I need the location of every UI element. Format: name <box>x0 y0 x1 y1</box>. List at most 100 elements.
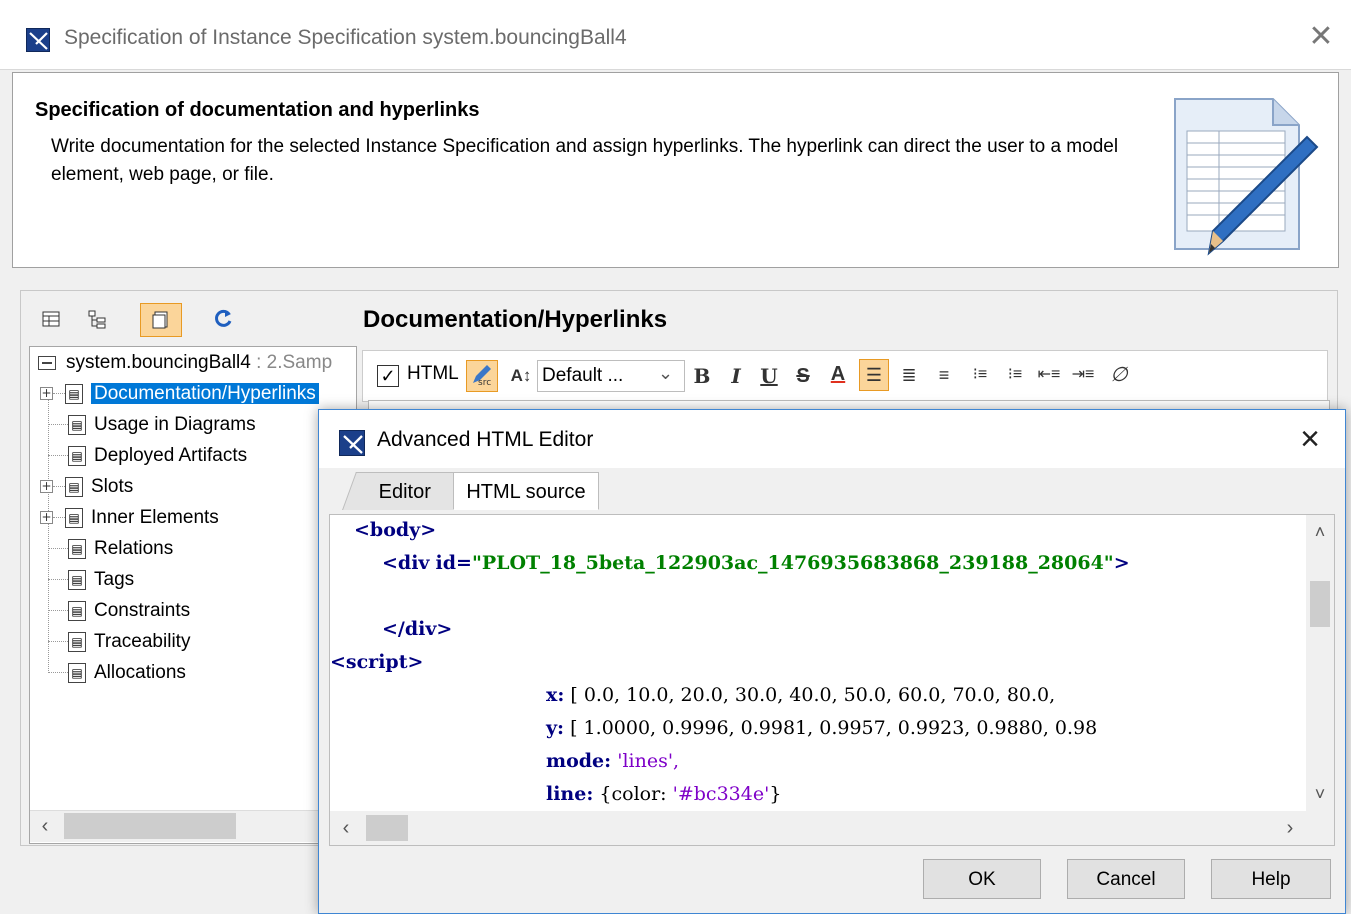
tab-editor[interactable]: Editor <box>342 472 468 510</box>
tree-item-label: Constraints <box>94 600 191 621</box>
tree-item-relations[interactable]: ▤ Relations <box>48 533 173 564</box>
refresh-icon[interactable] <box>210 306 236 332</box>
formatting-toolbar: ✓ HTML src A↕ Default ... ⌄ B I U S A ☰ … <box>362 350 1328 402</box>
align-left-icon[interactable]: ☰ <box>859 359 889 391</box>
scrollbar-thumb[interactable] <box>366 815 408 841</box>
panel-title: Documentation/Hyperlinks <box>363 306 668 333</box>
tree-item-tags[interactable]: ▤ Tags <box>48 564 134 595</box>
dialog-title-bar: Advanced HTML Editor × <box>319 410 1345 468</box>
code-line: mode: 'lines', <box>546 750 679 772</box>
tree-item-slots[interactable]: + ▤ Slots <box>40 471 133 502</box>
align-right-icon[interactable]: ≡ <box>930 360 958 390</box>
table-icon[interactable] <box>38 308 64 334</box>
node-icon: ▤ <box>68 600 86 621</box>
code-horizontal-scrollbar[interactable]: ‹ › <box>330 811 1334 845</box>
ok-button[interactable]: OK <box>923 859 1041 899</box>
code-token: } <box>769 783 782 805</box>
tree-root[interactable]: system.bouncingBall4 : 2.Samp <box>38 347 332 378</box>
scrollbar-thumb[interactable] <box>1310 581 1330 627</box>
html-source-editor[interactable]: <body> <div id="PLOT_18_5beta_122903ac_1… <box>329 514 1335 846</box>
code-token: y: <box>546 717 565 739</box>
code-token: 'lines', <box>617 750 680 772</box>
code-line: <body> <box>354 519 436 541</box>
scroll-right-icon[interactable]: › <box>1276 811 1304 845</box>
expand-icon[interactable]: + <box>40 480 53 494</box>
code-token: {color: <box>599 783 667 805</box>
code-line: </div> <box>382 618 452 640</box>
italic-icon[interactable]: I <box>724 361 748 391</box>
tree-horizontal-scrollbar[interactable]: ‹ <box>30 810 356 842</box>
scroll-up-icon[interactable]: ˄ <box>1306 517 1334 547</box>
spec-tree[interactable]: system.bouncingBall4 : 2.Samp + ▤ Document… <box>29 346 357 844</box>
outdent-icon[interactable]: ⇤≡ <box>1035 360 1063 390</box>
scrollbar-thumb[interactable] <box>64 813 236 839</box>
code-token: [ 0.0, 10.0, 20.0, 30.0, 40.0, 50.0, 60.… <box>570 684 1056 706</box>
node-icon: ▤ <box>65 476 83 497</box>
help-button[interactable]: Help <box>1211 859 1331 899</box>
code-token: "PLOT_18_5beta_122903ac_1476935683868_23… <box>471 552 1114 574</box>
font-select-value: Default ... <box>542 365 624 386</box>
code-token: [ 1.0000, 0.9996, 0.9981, 0.9957, 0.9923… <box>570 717 1098 739</box>
tree-item-allocations[interactable]: ▤ Allocations <box>48 657 186 688</box>
tree-item-label: Slots <box>91 476 134 497</box>
main-title-bar: Specification of Instance Specification … <box>0 0 1351 70</box>
underline-icon[interactable]: U <box>757 361 781 391</box>
align-center-icon[interactable]: ≣ <box>895 360 923 390</box>
bullet-list-icon[interactable]: ⁝≡ <box>1001 360 1029 390</box>
tree-item-deployed-artifacts[interactable]: ▤ Deployed Artifacts <box>48 440 247 471</box>
code-token: <body> <box>354 519 437 541</box>
code-line: y: [ 1.0000, 0.9996, 0.9981, 0.9957, 0.9… <box>546 717 1097 739</box>
banner-heading: Specification of documentation and hyper… <box>35 99 480 121</box>
code-token: x: <box>546 684 565 706</box>
code-line: <div id="PLOT_18_5beta_122903ac_14769356… <box>382 552 1130 574</box>
tree-item-inner-elements[interactable]: + ▤ Inner Elements <box>40 502 219 533</box>
font-color-icon[interactable]: A <box>826 359 850 389</box>
header-banner: Specification of documentation and hyper… <box>12 72 1339 268</box>
tree-item-label: Documentation/Hyperlinks <box>91 383 319 404</box>
tree-item-label: Traceability <box>94 631 191 652</box>
expand-icon[interactable]: + <box>40 387 53 401</box>
compact-icon[interactable] <box>140 303 182 337</box>
tab-editor-label: Editor <box>378 481 431 503</box>
chevron-down-icon: ⌄ <box>658 363 674 383</box>
tree-item-label: Inner Elements <box>91 507 219 528</box>
scroll-left-icon[interactable]: ‹ <box>332 811 360 845</box>
numbered-list-icon[interactable]: ⁝≡ <box>966 360 994 390</box>
app-logo-icon <box>26 28 50 52</box>
dialog-title: Advanced HTML Editor <box>377 428 594 451</box>
code-token: line: <box>546 783 594 805</box>
indent-icon[interactable]: ⇥≡ <box>1069 360 1097 390</box>
html-checkbox[interactable]: ✓ <box>377 365 399 387</box>
code-token: </div> <box>382 618 453 640</box>
tab-html-source[interactable]: HTML source <box>453 472 599 510</box>
node-icon: ▤ <box>68 662 86 683</box>
code-token: mode: <box>546 750 612 772</box>
link-icon[interactable]: ∅ <box>1105 360 1133 390</box>
tree-item-usage-in-diagrams[interactable]: ▤ Usage in Diagrams <box>48 409 256 440</box>
tree-item-label: Allocations <box>94 662 186 683</box>
html-edit-icon[interactable]: src <box>466 360 498 392</box>
strikethrough-icon[interactable]: S <box>791 361 815 391</box>
tree-item-constraints[interactable]: ▤ Constraints <box>48 595 190 626</box>
scroll-left-icon[interactable]: ‹ <box>32 811 58 841</box>
font-select[interactable]: Default ... ⌄ <box>537 360 685 392</box>
code-token: > <box>1113 552 1130 574</box>
close-icon[interactable]: ✕ <box>1306 22 1336 52</box>
tree-item-label: Tags <box>94 569 135 590</box>
tree-item-label: Relations <box>94 538 174 559</box>
code-line: line: {color: '#bc334e'} <box>546 783 781 805</box>
node-icon: ▤ <box>68 631 86 652</box>
scroll-down-icon[interactable]: ˅ <box>1306 779 1334 809</box>
expand-icon[interactable]: + <box>40 511 53 525</box>
font-size-icon[interactable]: A↕ <box>506 361 536 391</box>
tree-icon[interactable] <box>84 308 110 334</box>
tree-item-traceability[interactable]: ▤ Traceability <box>48 626 190 657</box>
close-icon[interactable]: × <box>1294 422 1326 456</box>
node-icon: ▤ <box>68 445 86 466</box>
window-title: Specification of Instance Specification … <box>64 26 627 49</box>
code-vertical-scrollbar[interactable]: ˄ ˅ <box>1306 515 1334 811</box>
tree-item-documentation[interactable]: + ▤ Documentation/Hyperlinks <box>40 378 319 409</box>
banner-description: Write documentation for the selected Ins… <box>51 136 1119 185</box>
bold-icon[interactable]: B <box>689 361 715 391</box>
cancel-button[interactable]: Cancel <box>1067 859 1185 899</box>
